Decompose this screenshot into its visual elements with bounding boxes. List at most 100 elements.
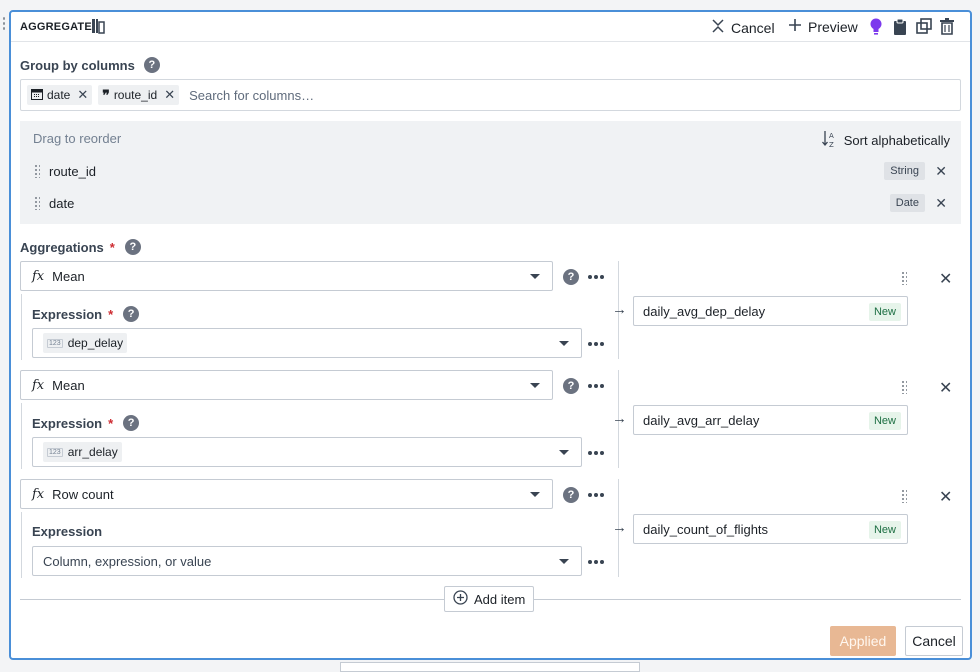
remove-column-icon[interactable]: ✕ [935, 195, 947, 212]
column-chip[interactable]: 123 arr_delay [43, 442, 122, 462]
drag-handle-icon[interactable] [901, 380, 907, 394]
output-name-input[interactable]: daily_avg_arr_delay New [633, 405, 908, 435]
bottom-tab-edge [340, 662, 640, 672]
chevron-down-icon [559, 341, 569, 346]
sort-label: Sort alphabetically [843, 133, 950, 148]
group-chip-route-id[interactable]: ❞ route_id ✕ [98, 85, 180, 105]
help-icon[interactable]: ? [123, 415, 140, 431]
plus-icon [788, 18, 802, 35]
output-name-input[interactable]: daily_avg_dep_delay New [633, 296, 908, 326]
panel-header: AGGREGATE Cancel Preview [11, 12, 970, 42]
function-select[interactable]: fx Mean [20, 370, 553, 400]
output-name: daily_count_of_flights [643, 521, 769, 537]
drag-handle-icon[interactable] [34, 196, 40, 210]
aggregations-label-row: Aggregations * ? [20, 239, 141, 255]
help-icon[interactable]: ? [143, 57, 160, 73]
column-chip[interactable]: 123 dep_delay [43, 333, 128, 353]
expression-select[interactable]: 123 dep_delay [32, 328, 582, 358]
required-mark: * [108, 415, 114, 431]
cancel-header-button[interactable]: Cancel [711, 18, 775, 37]
more-options-icon[interactable] [588, 275, 604, 279]
arrow-right-icon: → [612, 301, 627, 318]
remove-item-icon[interactable]: ✕ [939, 487, 952, 507]
group-chip-date[interactable]: date ✕ [27, 85, 93, 105]
more-options-icon[interactable] [588, 560, 604, 564]
reorder-list: Drag to reorder AZ Sort alphabetically r… [20, 121, 961, 224]
add-circle-icon [453, 590, 468, 608]
more-options-icon[interactable] [588, 384, 604, 388]
list-item[interactable]: route_id String ✕ [20, 157, 961, 185]
divider [21, 512, 22, 578]
drag-handle-icon[interactable] [34, 164, 40, 178]
drag-handle-icon[interactable] [901, 271, 907, 285]
function-value: Mean [52, 268, 85, 284]
expression-select[interactable]: Column, expression, or value [32, 546, 582, 576]
lightbulb-icon[interactable] [869, 18, 883, 39]
applied-button[interactable]: Applied [830, 626, 896, 656]
clipboard-icon[interactable] [893, 18, 907, 39]
chevron-down-icon [530, 492, 540, 497]
group-by-label-row: Group by columns ? [20, 57, 160, 73]
more-options-icon[interactable] [588, 342, 604, 346]
remove-chip-icon[interactable]: ✕ [77, 87, 88, 103]
sort-alphabetically-button[interactable]: AZ Sort alphabetically [821, 130, 950, 151]
chip-label: date [47, 88, 71, 102]
function-value: Mean [52, 377, 85, 393]
collapse-icon [711, 18, 725, 37]
calendar-icon [31, 88, 43, 103]
aggregations-label: Aggregations [20, 239, 104, 255]
output-name: daily_avg_dep_delay [643, 303, 766, 319]
type-tag: Date [889, 194, 925, 212]
function-value: Row count [52, 486, 114, 502]
output-name-input[interactable]: daily_count_of_flights New [633, 514, 908, 544]
drag-handle-icon[interactable] [901, 489, 907, 503]
search-columns-placeholder[interactable]: Search for columns… [189, 88, 314, 103]
function-select[interactable]: fx Row count [20, 479, 553, 509]
more-options-icon[interactable] [588, 493, 604, 497]
aggregate-panel: AGGREGATE Cancel Preview Group by column… [9, 10, 972, 660]
add-item-button[interactable]: Add item [444, 586, 535, 612]
chevron-down-icon [559, 559, 569, 564]
cancel-button[interactable]: Cancel [905, 626, 963, 656]
numeric-type-icon: 123 [47, 338, 63, 348]
list-item[interactable]: date Date ✕ [20, 189, 961, 217]
more-options-icon[interactable] [588, 451, 604, 455]
new-badge: New [868, 412, 901, 430]
required-mark: * [108, 306, 114, 322]
expression-select[interactable]: 123 arr_delay [32, 437, 582, 467]
remove-chip-icon[interactable]: ✕ [164, 87, 175, 103]
column-chip-label: arr_delay [67, 445, 118, 459]
group-by-input[interactable]: date ✕ ❞ route_id ✕ Search for columns… [20, 79, 961, 111]
expression-label: Expression [32, 306, 103, 322]
required-mark: * [109, 239, 115, 255]
arrow-right-icon: → [612, 519, 627, 536]
cancel-header-label: Cancel [731, 19, 775, 36]
add-item-label: Add item [474, 591, 526, 607]
group-by-label: Group by columns [20, 57, 135, 73]
help-icon[interactable]: ? [563, 487, 579, 503]
arrow-right-icon: → [612, 410, 627, 427]
help-icon[interactable]: ? [563, 378, 579, 394]
remove-item-icon[interactable]: ✕ [939, 269, 952, 289]
chevron-down-icon [559, 450, 569, 455]
function-select[interactable]: fx Mean [20, 261, 553, 291]
new-badge: New [868, 521, 901, 539]
trash-icon[interactable] [940, 18, 954, 38]
expression-label-row: Expression * ? [32, 306, 140, 322]
remove-item-icon[interactable]: ✕ [939, 378, 952, 398]
help-icon[interactable]: ? [563, 269, 579, 285]
fx-icon: fx [32, 486, 45, 502]
new-badge: New [868, 303, 901, 321]
expression-label: Expression [32, 524, 103, 539]
fx-icon: fx [32, 377, 45, 393]
sort-alpha-icon: AZ [821, 130, 838, 151]
drag-hint: Drag to reorder [33, 131, 122, 146]
panel-drag-handle[interactable] [2, 16, 6, 32]
expression-label-row: Expression * ? [32, 415, 140, 431]
help-icon[interactable]: ? [123, 306, 140, 322]
help-icon[interactable]: ? [124, 239, 141, 255]
remove-column-icon[interactable]: ✕ [935, 163, 947, 180]
preview-button[interactable]: Preview [788, 18, 858, 35]
expression-placeholder: Column, expression, or value [43, 553, 212, 569]
duplicate-icon[interactable] [916, 18, 932, 37]
